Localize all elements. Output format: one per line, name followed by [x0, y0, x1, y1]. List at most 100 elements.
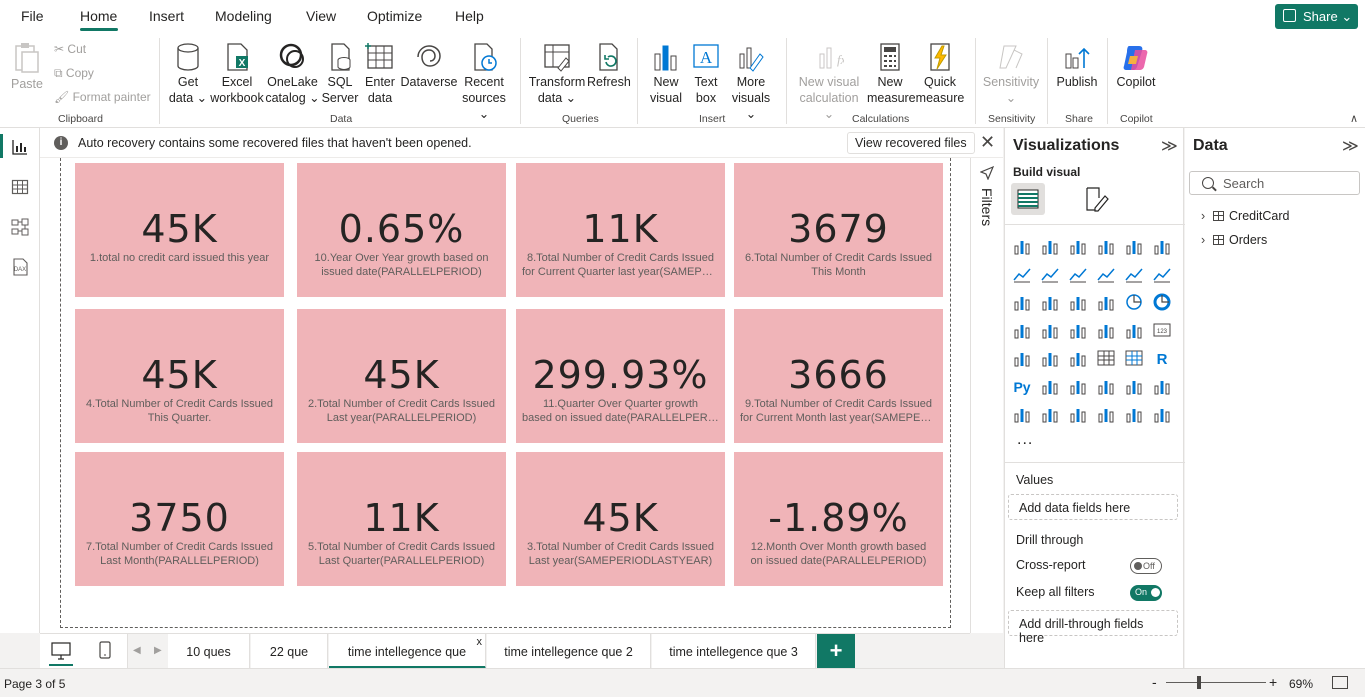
text-box-button[interactable]: A Text box [688, 42, 724, 106]
page-tab[interactable]: time intellegence que 3 [652, 634, 816, 669]
enter-data-button[interactable]: Enter data [361, 42, 399, 106]
fit-to-page-icon[interactable] [1332, 676, 1348, 689]
decomposition-tree-icon[interactable] [1068, 376, 1088, 396]
transform-data-button[interactable]: Transform data ⌄ [528, 42, 586, 106]
kpi-card[interactable]: 11K 5.Total Number of Credit Cards Issued… [297, 452, 506, 586]
copy-button[interactable]: ⧉ Copy [54, 66, 94, 81]
menu-home[interactable]: Home [80, 8, 117, 24]
page-tab[interactable]: 22 que [251, 634, 328, 669]
menu-file[interactable]: File [21, 8, 44, 24]
kpi-card[interactable]: 45K 4.Total Number of Credit Cards Issued… [75, 309, 284, 443]
keep-all-filters-toggle[interactable]: On [1130, 585, 1162, 601]
100-column-icon[interactable] [1152, 236, 1172, 256]
kpi-icon[interactable] [1040, 348, 1060, 368]
more-visuals-ellipsis[interactable]: ... [1017, 431, 1033, 449]
build-visual-tab[interactable] [1011, 183, 1045, 215]
new-measure-button[interactable]: New measure [867, 42, 916, 106]
dax-query-view-icon[interactable]: DAX [11, 258, 29, 276]
sensitivity-button[interactable]: Sensitivity ⌄ [982, 42, 1040, 106]
stacked-area-icon[interactable] [1068, 264, 1088, 284]
scatter-icon[interactable] [1096, 292, 1116, 312]
power-apps-icon[interactable] [1040, 404, 1060, 424]
page-tab[interactable]: time intellegence que 2 [487, 634, 651, 669]
treemap-icon[interactable] [1012, 320, 1032, 340]
new-visual-button[interactable]: New visual [646, 42, 686, 106]
sql-server-button[interactable]: SQL Server [320, 42, 360, 106]
clustered-bar-icon[interactable] [1068, 236, 1088, 256]
collapse-pane-icon[interactable]: ≫ [1161, 136, 1178, 156]
stacked-column-icon[interactable] [1040, 236, 1060, 256]
line-column-icon[interactable] [1124, 264, 1144, 284]
zoom-slider-thumb[interactable] [1197, 676, 1201, 689]
search-input[interactable]: Search [1189, 171, 1360, 195]
excel-workbook-button[interactable]: X Excel workbook [208, 42, 266, 106]
table-view-icon[interactable] [11, 178, 29, 196]
scroll-right-icon[interactable]: ▶ [154, 645, 162, 656]
power-automate-icon[interactable] [1068, 404, 1088, 424]
map-icon[interactable] [1040, 320, 1060, 340]
matrix-icon[interactable] [1124, 348, 1144, 368]
kpi-card[interactable]: 45K 3.Total Number of Credit Cards Issued… [516, 452, 725, 586]
collapse-ribbon-icon[interactable]: ∧ [1350, 112, 1358, 125]
table-icon[interactable] [1096, 348, 1116, 368]
dataverse-button[interactable]: Dataverse [400, 42, 458, 90]
report-view-icon[interactable] [11, 138, 29, 156]
r-visual-icon[interactable]: R [1152, 348, 1172, 368]
drill-through-drop-zone[interactable]: Add drill-through fields here [1008, 610, 1178, 645]
gauge-icon[interactable] [1124, 320, 1144, 340]
kpi-card[interactable]: 3666 9.Total Number of Credit Cards Issue… [734, 309, 943, 443]
line-clustered-icon[interactable] [1152, 264, 1172, 284]
copilot-button[interactable]: Copilot [1114, 42, 1158, 90]
menu-view[interactable]: View [306, 8, 336, 24]
kpi-card[interactable]: -1.89% 12.Month Over Month growth based on… [734, 452, 943, 586]
100-bar-icon[interactable] [1124, 236, 1144, 256]
diamond-icon[interactable] [1124, 404, 1144, 424]
donut-chart-icon[interactable] [1152, 292, 1172, 312]
kpi-card[interactable]: 3679 6.Total Number of Credit Cards Issue… [734, 163, 943, 297]
kpi-card[interactable]: 11K 8.Total Number of Credit Cards Issued… [516, 163, 725, 297]
scroll-left-icon[interactable]: ◀ [133, 645, 141, 656]
menu-modeling[interactable]: Modeling [215, 8, 272, 24]
mobile-layout-icon[interactable] [99, 641, 111, 659]
key-influencers-icon[interactable] [1040, 376, 1060, 396]
refresh-button[interactable]: Refresh [587, 42, 631, 90]
model-view-icon[interactable] [11, 218, 29, 236]
kpi-card[interactable]: 45K 2.Total Number of Credit Cards Issued… [297, 309, 506, 443]
qa-icon[interactable] [1096, 376, 1116, 396]
kpi-card[interactable]: 45K 1.total no credit card issued this ye… [75, 163, 284, 297]
menu-optimize[interactable]: Optimize [367, 8, 422, 24]
zoom-in-button[interactable]: + [1269, 674, 1277, 690]
ribbon-chart-icon[interactable] [1012, 292, 1032, 312]
cut-button[interactable]: ✂ Cut [54, 42, 86, 56]
close-tab-icon[interactable]: x [477, 636, 483, 648]
page-tab[interactable]: time intellegence que x [329, 634, 486, 669]
publish-button[interactable]: Publish [1054, 42, 1100, 90]
python-visual-icon[interactable]: Py [1012, 376, 1032, 396]
paste-button[interactable]: Paste [10, 42, 44, 92]
stacked-bar-icon[interactable] [1012, 236, 1032, 256]
page-tab[interactable]: 10 ques [168, 634, 250, 669]
view-recovered-files-button[interactable]: View recovered files [847, 132, 975, 154]
more-visuals-button[interactable]: More visuals ⌄ [726, 42, 776, 122]
line-chart-icon[interactable] [1012, 264, 1032, 284]
pie-chart-icon[interactable] [1124, 292, 1144, 312]
add-page-button[interactable]: + [817, 634, 855, 669]
recent-sources-button[interactable]: Recent sources ⌄ [457, 42, 511, 122]
desktop-layout-icon[interactable] [51, 642, 71, 660]
paginated-report-icon[interactable] [1012, 404, 1032, 424]
waterfall-icon[interactable] [1040, 292, 1060, 312]
area-chart-icon[interactable] [1040, 264, 1060, 284]
multirow-card-icon[interactable] [1012, 348, 1032, 368]
funnel-icon[interactable] [1068, 292, 1088, 312]
share-button[interactable]: Share ⌄ [1275, 4, 1358, 29]
kpi-card[interactable]: 299.93% 11.Quarter Over Quarter growth bas… [516, 309, 725, 443]
new-visual-calculation-button[interactable]: fx New visual calculation ⌄ [795, 42, 863, 122]
format-painter-button[interactable]: 🖌 Format painter [54, 90, 151, 104]
table-creditcard[interactable]: › CreditCard [1201, 209, 1289, 223]
menu-help[interactable]: Help [455, 8, 484, 24]
chevron-icon[interactable] [1152, 404, 1172, 424]
metrics-icon[interactable] [1096, 404, 1116, 424]
kpi-card[interactable]: 0.65% 10.Year Over Year growth based on is… [297, 163, 506, 297]
100-area-icon[interactable] [1096, 264, 1116, 284]
menu-insert[interactable]: Insert [149, 8, 184, 24]
